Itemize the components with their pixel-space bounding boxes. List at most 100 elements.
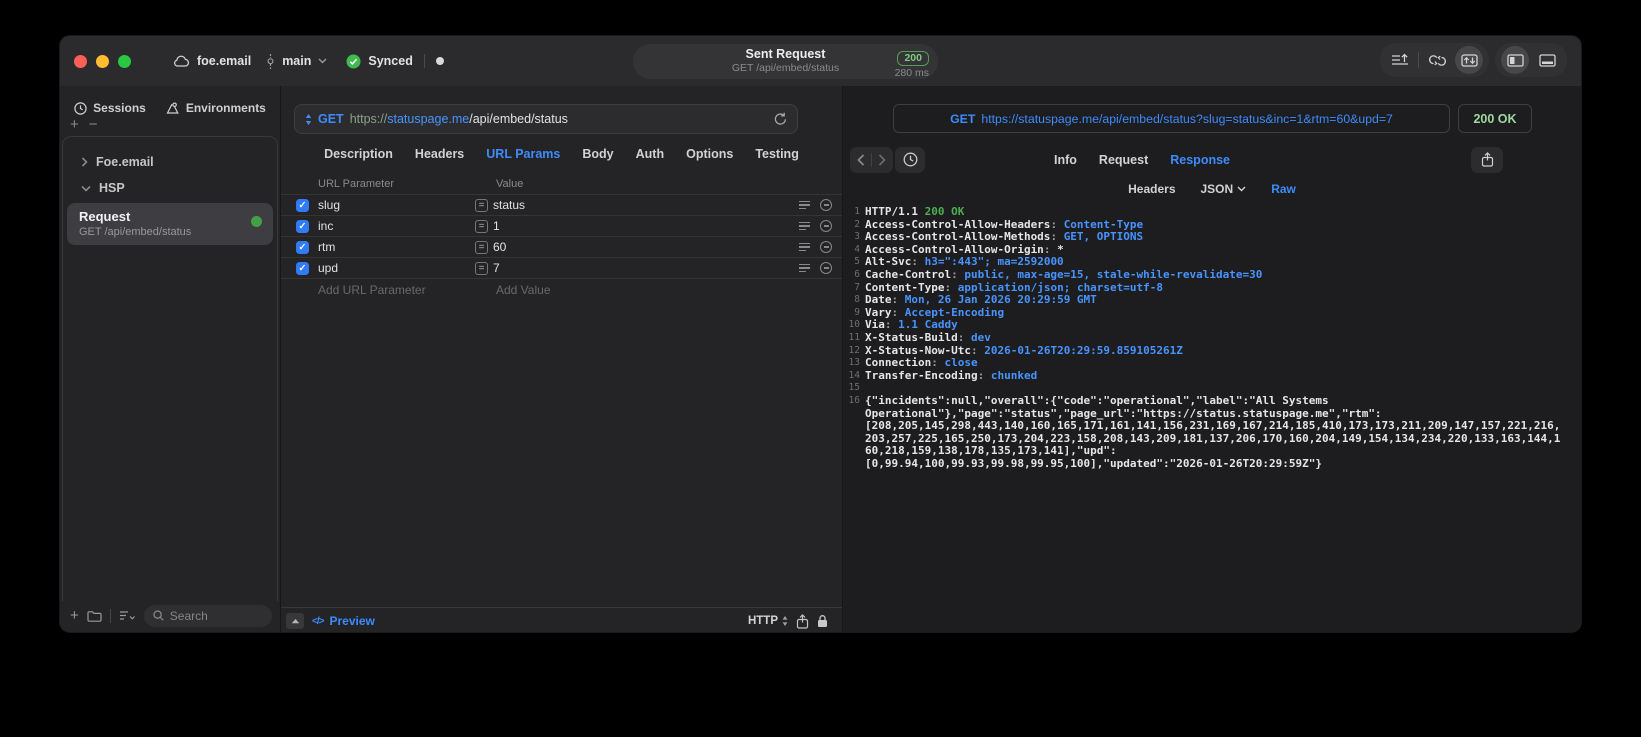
session-tree: Foe.email HSP Request GET /api/embed/sta… [62,136,278,601]
param-enabled-checkbox[interactable]: ✓ [296,219,309,233]
request-panel: GET https://statuspage.me/api/embed/stat… [281,86,843,632]
multiline-text-icon[interactable] [799,221,810,231]
multiline-text-icon[interactable] [799,200,810,210]
duration-label: 280 ms [894,67,929,79]
param-name-field[interactable]: upd [318,261,475,275]
zoom-window-button[interactable] [118,54,131,68]
param-enabled-checkbox[interactable]: ✓ [296,240,309,254]
multiline-text-icon[interactable] [799,242,810,252]
value-type-equals-icon[interactable]: = [475,219,488,233]
param-value-field[interactable]: 60 [493,240,506,254]
value-type-equals-icon[interactable]: = [475,261,488,275]
param-name-field[interactable]: inc [318,219,475,233]
chevron-down-icon[interactable] [318,58,327,64]
line-number: 8 [854,294,860,306]
history-back-icon[interactable] [857,153,865,166]
chevron-right-icon[interactable] [81,157,88,167]
search-input[interactable]: Search [143,604,272,627]
value-type-equals-icon[interactable]: = [475,240,488,254]
sidebar-toolbar: + Search [60,601,280,632]
request-url-bar[interactable]: GET https://statuspage.me/api/embed/stat… [294,104,798,134]
code-line: 9 Vary: Accept-Encoding [843,307,1581,320]
line-number: 7 [854,281,860,293]
param-enabled-checkbox[interactable]: ✓ [296,261,309,275]
remove-param-icon[interactable] [820,262,832,274]
line-number: 16 [848,394,860,406]
add-session-button[interactable]: + [70,117,79,134]
request-method[interactable]: GET [318,112,344,126]
request-tab-body[interactable]: Body [582,147,613,161]
param-enabled-checkbox[interactable]: ✓ [296,198,309,212]
minimize-window-button[interactable] [96,54,109,68]
tab-sessions[interactable]: Sessions [74,98,146,118]
history-forward-icon[interactable] [878,153,886,166]
search-placeholder: Search [169,608,208,623]
line-number: 2 [854,218,860,230]
request-tab-testing[interactable]: Testing [755,147,799,161]
remove-param-icon[interactable] [820,241,832,253]
chevron-down-icon[interactable] [81,185,91,192]
tree-item-foe-email[interactable]: Foe.email [63,149,277,175]
new-folder-icon[interactable] [87,610,102,622]
expand-panel-button[interactable] [286,613,304,629]
param-name-field[interactable]: rtm [318,240,475,254]
param-value-field[interactable]: 1 [493,219,500,233]
param-add-row: Add URL Parameter Add Value [281,279,842,301]
lock-icon[interactable] [817,614,828,628]
tree-item-hsp[interactable]: HSP [63,175,277,201]
response-tab-response[interactable]: Response [1170,153,1230,167]
history-clock-icon[interactable] [895,146,925,173]
response-tab-info[interactable]: Info [1054,153,1077,167]
response-tab-request[interactable]: Request [1099,153,1148,167]
titlebar-divider [423,54,425,68]
add-url-parameter-field[interactable]: Add URL Parameter [318,283,496,297]
tab-environments[interactable]: Environments [166,98,266,118]
response-raw-body[interactable]: 1 HTTP/1.1 200 OK 2 Access-Control-Allow-He… [843,202,1581,632]
toggle-bottom-panel-icon[interactable] [1533,46,1561,74]
request-status-pill[interactable]: Sent Request GET /api/embed/status 200 2… [633,44,938,79]
method-stepper-icon[interactable] [305,113,312,125]
response-request-line[interactable]: GET https://statuspage.me/api/embed/statu… [893,104,1450,133]
param-table-body: ✓ slug = status ✓ inc = 1 ✓ rtm = 60 ✓ upd = 7 [281,195,842,279]
toggle-left-panel-icon[interactable] [1501,46,1529,74]
http-version-selector[interactable]: HTTP [748,615,788,627]
response-status-box: 200 OK [1458,104,1532,133]
response-subtab-json[interactable]: JSON [1201,182,1247,196]
export-list-icon[interactable] [1386,46,1414,74]
param-value-field[interactable]: status [493,198,525,212]
request-tab-options[interactable]: Options [686,147,733,161]
toolbar-divider [109,608,111,623]
titlebar-actions [1380,43,1567,77]
multiline-text-icon[interactable] [799,263,810,273]
request-url[interactable]: https://statuspage.me/api/embed/status [350,112,768,126]
response-subtab-raw[interactable]: Raw [1271,182,1296,196]
export-response-icon[interactable] [1471,146,1503,173]
value-type-equals-icon[interactable]: = [475,198,488,212]
search-icon [153,610,164,621]
request-tab-auth[interactable]: Auth [636,147,664,161]
close-window-button[interactable] [74,54,87,68]
sort-list-icon[interactable] [119,610,136,621]
project-name[interactable]: foe.email [197,54,251,68]
response-subtab-headers[interactable]: Headers [1128,182,1175,196]
line-number: 4 [854,243,860,255]
remove-param-icon[interactable] [820,220,832,232]
share-icon[interactable] [796,613,809,629]
add-request-button[interactable]: + [70,607,79,624]
request-tab-description[interactable]: Description [324,147,393,161]
add-value-field[interactable]: Add Value [496,283,551,297]
resend-request-icon[interactable] [1455,46,1483,74]
preview-button[interactable]: </> Preview [312,614,375,628]
line-number [843,420,860,433]
request-tab-url-params[interactable]: URL Params [486,147,560,161]
remove-param-icon[interactable] [820,199,832,211]
param-name-field[interactable]: slug [318,198,475,212]
param-value-field[interactable]: 7 [493,261,500,275]
sync-loop-icon[interactable] [1423,46,1451,74]
request-list-item-selected[interactable]: Request GET /api/embed/status [67,203,273,245]
remove-session-button[interactable]: − [89,117,98,134]
request-tab-headers[interactable]: Headers [415,147,464,161]
branch-name[interactable]: main [282,54,311,68]
url-scheme: https:// [349,112,388,126]
refresh-icon[interactable] [774,112,787,126]
